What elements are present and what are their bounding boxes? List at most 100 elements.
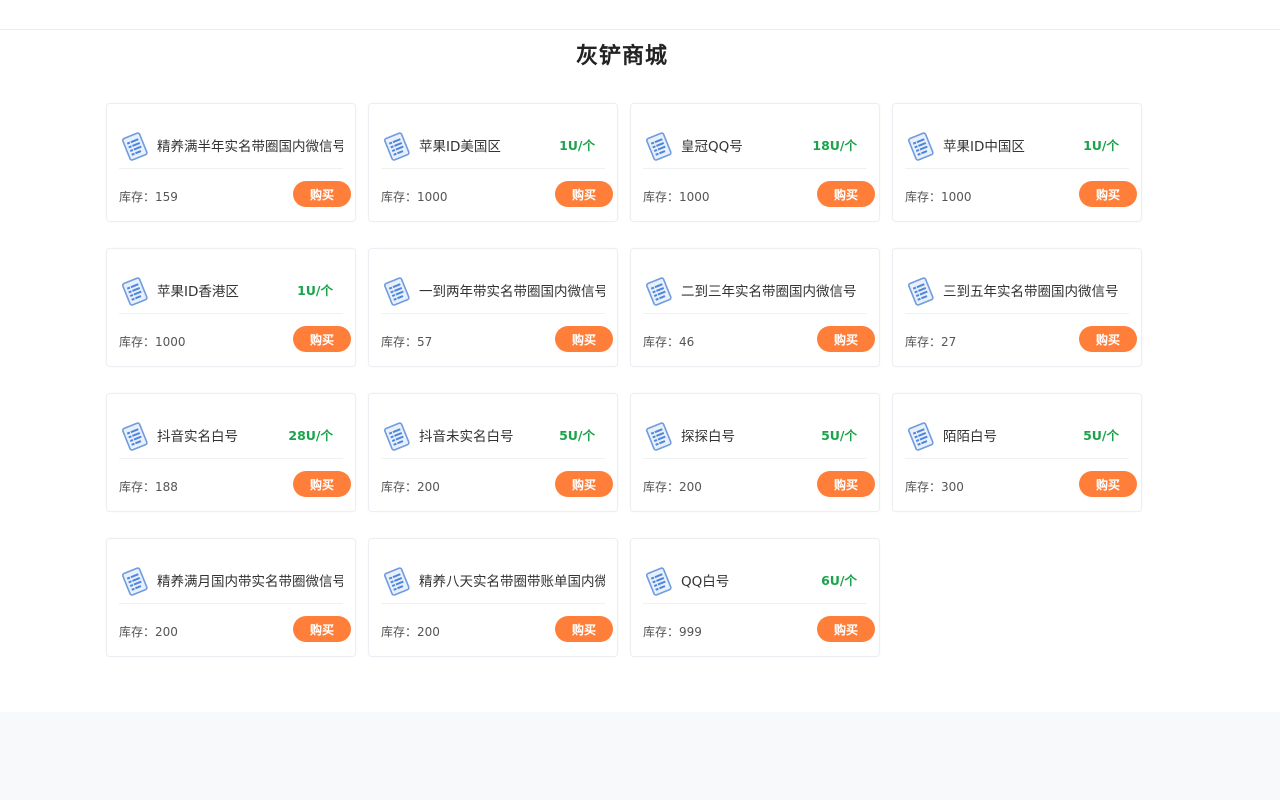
product-name: 陌陌白号 <box>943 429 997 445</box>
stock-value: 200 <box>417 480 440 494</box>
product-name: 苹果ID中国区 <box>943 139 1025 155</box>
product-stock: 库存：1000 <box>119 333 186 350</box>
stock-value: 200 <box>417 625 440 639</box>
buy-button[interactable]: 购买 <box>555 471 613 497</box>
product-stock: 库存：46 <box>643 333 694 350</box>
product-price: 5U/个 <box>821 428 857 443</box>
product-card[interactable]: 苹果ID中国区 1U/个库存：1000 购买 <box>892 103 1142 222</box>
stock-label: 库存： <box>119 190 156 204</box>
document-list-icon <box>381 421 413 453</box>
product-card[interactable]: 苹果ID香港区 1U/个 库存：1000 购买 <box>106 248 356 367</box>
buy-button[interactable]: 购买 <box>293 181 351 207</box>
product-name: 苹果ID美国区 <box>419 139 501 155</box>
card-divider <box>643 458 867 459</box>
stock-label: 库存： <box>381 480 418 494</box>
stock-value: 300 <box>941 480 964 494</box>
document-list-icon <box>643 421 675 453</box>
buy-button[interactable]: 购买 <box>293 616 351 642</box>
stock-value: 27 <box>941 335 957 349</box>
product-price: 1U/个 <box>1083 138 1119 153</box>
document-list-icon <box>119 421 151 453</box>
product-card[interactable]: 二到三年实名带圈国内微信号 库存：46 购买 <box>630 248 880 367</box>
product-stock: 库存：1000 <box>905 188 972 205</box>
product-name: 探探白号 <box>681 429 735 445</box>
product-card[interactable]: 皇冠QQ号 18U/个 库存：1000 购买 <box>630 103 880 222</box>
stock-label: 库存： <box>905 480 942 494</box>
buy-button[interactable]: 购买 <box>817 326 875 352</box>
product-card[interactable]: 抖音实名白号 28U/个 库存：188 购买 <box>106 393 356 512</box>
card-divider <box>643 603 867 604</box>
stock-label: 库存： <box>381 190 418 204</box>
product-stock: 库存：27 <box>905 333 956 350</box>
card-divider <box>905 168 1129 169</box>
product-card[interactable]: QQ白号 6U/个 库存：999 购买 <box>630 538 880 657</box>
buy-button[interactable]: 购买 <box>1079 471 1137 497</box>
product-name: 抖音未实名白号 <box>419 429 514 445</box>
stock-value: 188 <box>155 480 178 494</box>
product-stock: 库存：159 <box>119 188 178 205</box>
product-grid: 精养满半年实名带圈国内微信号 库存：159 购买 苹果ID美国区 1U/个 库存：1000… <box>106 103 1142 657</box>
buy-button[interactable]: 购买 <box>555 326 613 352</box>
product-stock: 库存：200 <box>119 623 178 640</box>
document-list-icon <box>119 131 151 163</box>
product-card[interactable]: 精养满月国内带实名带圈微信号 库存：200 购买 <box>106 538 356 657</box>
stock-label: 库存： <box>905 335 942 349</box>
card-divider <box>381 168 605 169</box>
stock-value: 57 <box>417 335 433 349</box>
buy-button[interactable]: 购买 <box>1079 181 1137 207</box>
buy-button[interactable]: 购买 <box>293 471 351 497</box>
document-list-icon <box>643 276 675 308</box>
stock-label: 库存： <box>643 190 680 204</box>
product-stock: 库存：200 <box>381 623 440 640</box>
product-card[interactable]: 抖音未实名白号 5U/个 库存：200 购买 <box>368 393 618 512</box>
buy-button[interactable]: 购买 <box>817 616 875 642</box>
document-list-icon <box>905 276 937 308</box>
product-card[interactable]: 苹果ID美国区 1U/个库存：1000 购买 <box>368 103 618 222</box>
product-name: QQ白号 <box>681 574 730 590</box>
product-name: 皇冠QQ号 <box>681 139 743 155</box>
stock-value: 1000 <box>155 335 186 349</box>
product-price: 6U/个 <box>821 573 857 588</box>
product-card[interactable]: 精养满半年实名带圈国内微信号库存：159 购买 <box>106 103 356 222</box>
stock-label: 库存： <box>381 335 418 349</box>
product-card[interactable]: 陌陌白号 5U/个库存：300 购买 <box>892 393 1142 512</box>
stock-value: 1000 <box>679 190 710 204</box>
product-name: 苹果ID香港区 <box>157 284 239 300</box>
product-card[interactable]: 三到五年实名带圈国内微信号 库存：27 购买 <box>892 248 1142 367</box>
product-name: 精养满半年实名带圈国内微信号 <box>157 139 343 155</box>
buy-button[interactable]: 购买 <box>817 181 875 207</box>
document-list-icon <box>381 566 413 598</box>
stock-label: 库存： <box>905 190 942 204</box>
buy-button[interactable]: 购买 <box>1079 326 1137 352</box>
buy-button[interactable]: 购买 <box>555 181 613 207</box>
product-stock: 库存：300 <box>905 478 964 495</box>
card-divider <box>119 458 343 459</box>
product-stock: 库存：200 <box>643 478 702 495</box>
card-divider <box>119 603 343 604</box>
document-list-icon <box>643 566 675 598</box>
product-stock: 库存：188 <box>119 478 178 495</box>
buy-button[interactable]: 购买 <box>555 616 613 642</box>
card-divider <box>905 458 1129 459</box>
product-price: 28U/个 <box>288 428 333 443</box>
card-divider <box>381 458 605 459</box>
product-card[interactable]: 精养八天实名带圈带账单国内微信号库存：200 购买 <box>368 538 618 657</box>
stock-label: 库存： <box>119 335 156 349</box>
page-title: 灰铲商城 <box>575 44 668 69</box>
buy-button[interactable]: 购买 <box>817 471 875 497</box>
product-card[interactable]: 探探白号 5U/个库存：200 购买 <box>630 393 880 512</box>
card-divider <box>381 313 605 314</box>
product-stock: 库存：1000 <box>381 188 448 205</box>
card-divider <box>905 313 1129 314</box>
product-price: 5U/个 <box>1083 428 1119 443</box>
stock-value: 159 <box>155 190 178 204</box>
product-card[interactable]: 一到两年带实名带圈国内微信号 库存：57 购买 <box>368 248 618 367</box>
product-price: 1U/个 <box>559 138 595 153</box>
product-stock: 库存：200 <box>381 478 440 495</box>
stock-value: 200 <box>679 480 702 494</box>
card-divider <box>119 313 343 314</box>
buy-button[interactable]: 购买 <box>293 326 351 352</box>
page-footer-area <box>0 712 1280 800</box>
product-name: 精养八天实名带圈带账单国内微信号 <box>419 574 605 590</box>
document-list-icon <box>119 276 151 308</box>
